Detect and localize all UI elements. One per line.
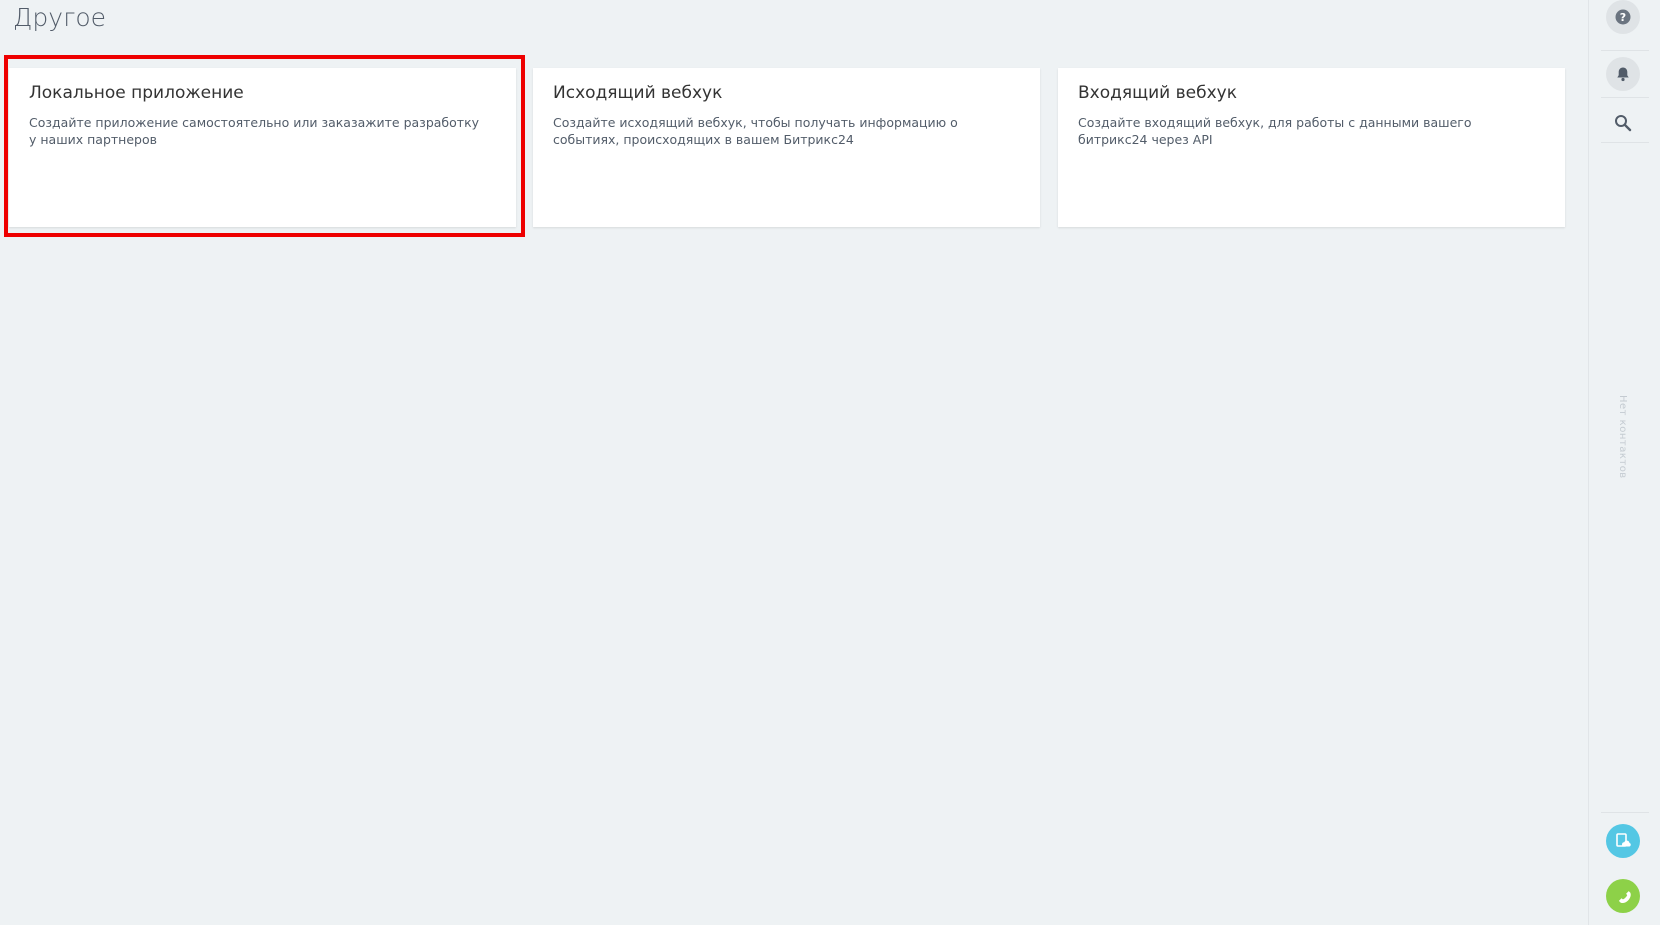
svg-text:?: ? [1620, 11, 1626, 24]
divider [1601, 50, 1649, 51]
card-description: Создайте приложение самостоятельно или з… [29, 115, 480, 147]
divider [1601, 97, 1649, 98]
help-icon: ? [1615, 9, 1631, 25]
search-icon [1615, 115, 1632, 132]
notifications-button[interactable] [1606, 57, 1640, 91]
phone-icon [1618, 891, 1631, 903]
card-description: Создайте исходящий вебхук, чтобы получат… [553, 115, 958, 147]
card-title: Входящий вебхук [1078, 83, 1237, 103]
card-title: Локальное приложение [29, 83, 244, 103]
help-button[interactable]: ? [1606, 0, 1640, 34]
card-local-app[interactable]: Локальное приложение Создайте приложение… [9, 68, 516, 227]
page-title: Другое [13, 3, 107, 32]
card-outgoing-webhook[interactable]: Исходящий вебхук Создайте исходящий вебх… [533, 68, 1040, 227]
card-title: Исходящий вебхук [553, 83, 723, 103]
cloud-document-icon [1616, 833, 1631, 847]
bell-icon [1617, 67, 1629, 82]
divider [1601, 142, 1649, 143]
search-button[interactable] [1606, 106, 1640, 140]
cloud-document-button[interactable] [1606, 824, 1640, 858]
divider [1601, 812, 1649, 813]
card-description: Создайте входящий вебхук, для работы с д… [1078, 115, 1472, 147]
phone-button[interactable] [1606, 879, 1640, 913]
no-contacts-label: Нет контактов [1617, 395, 1628, 479]
card-incoming-webhook[interactable]: Входящий вебхук Создайте входящий вебхук… [1058, 68, 1565, 227]
right-panel: ? Нет контактов [1588, 0, 1660, 925]
